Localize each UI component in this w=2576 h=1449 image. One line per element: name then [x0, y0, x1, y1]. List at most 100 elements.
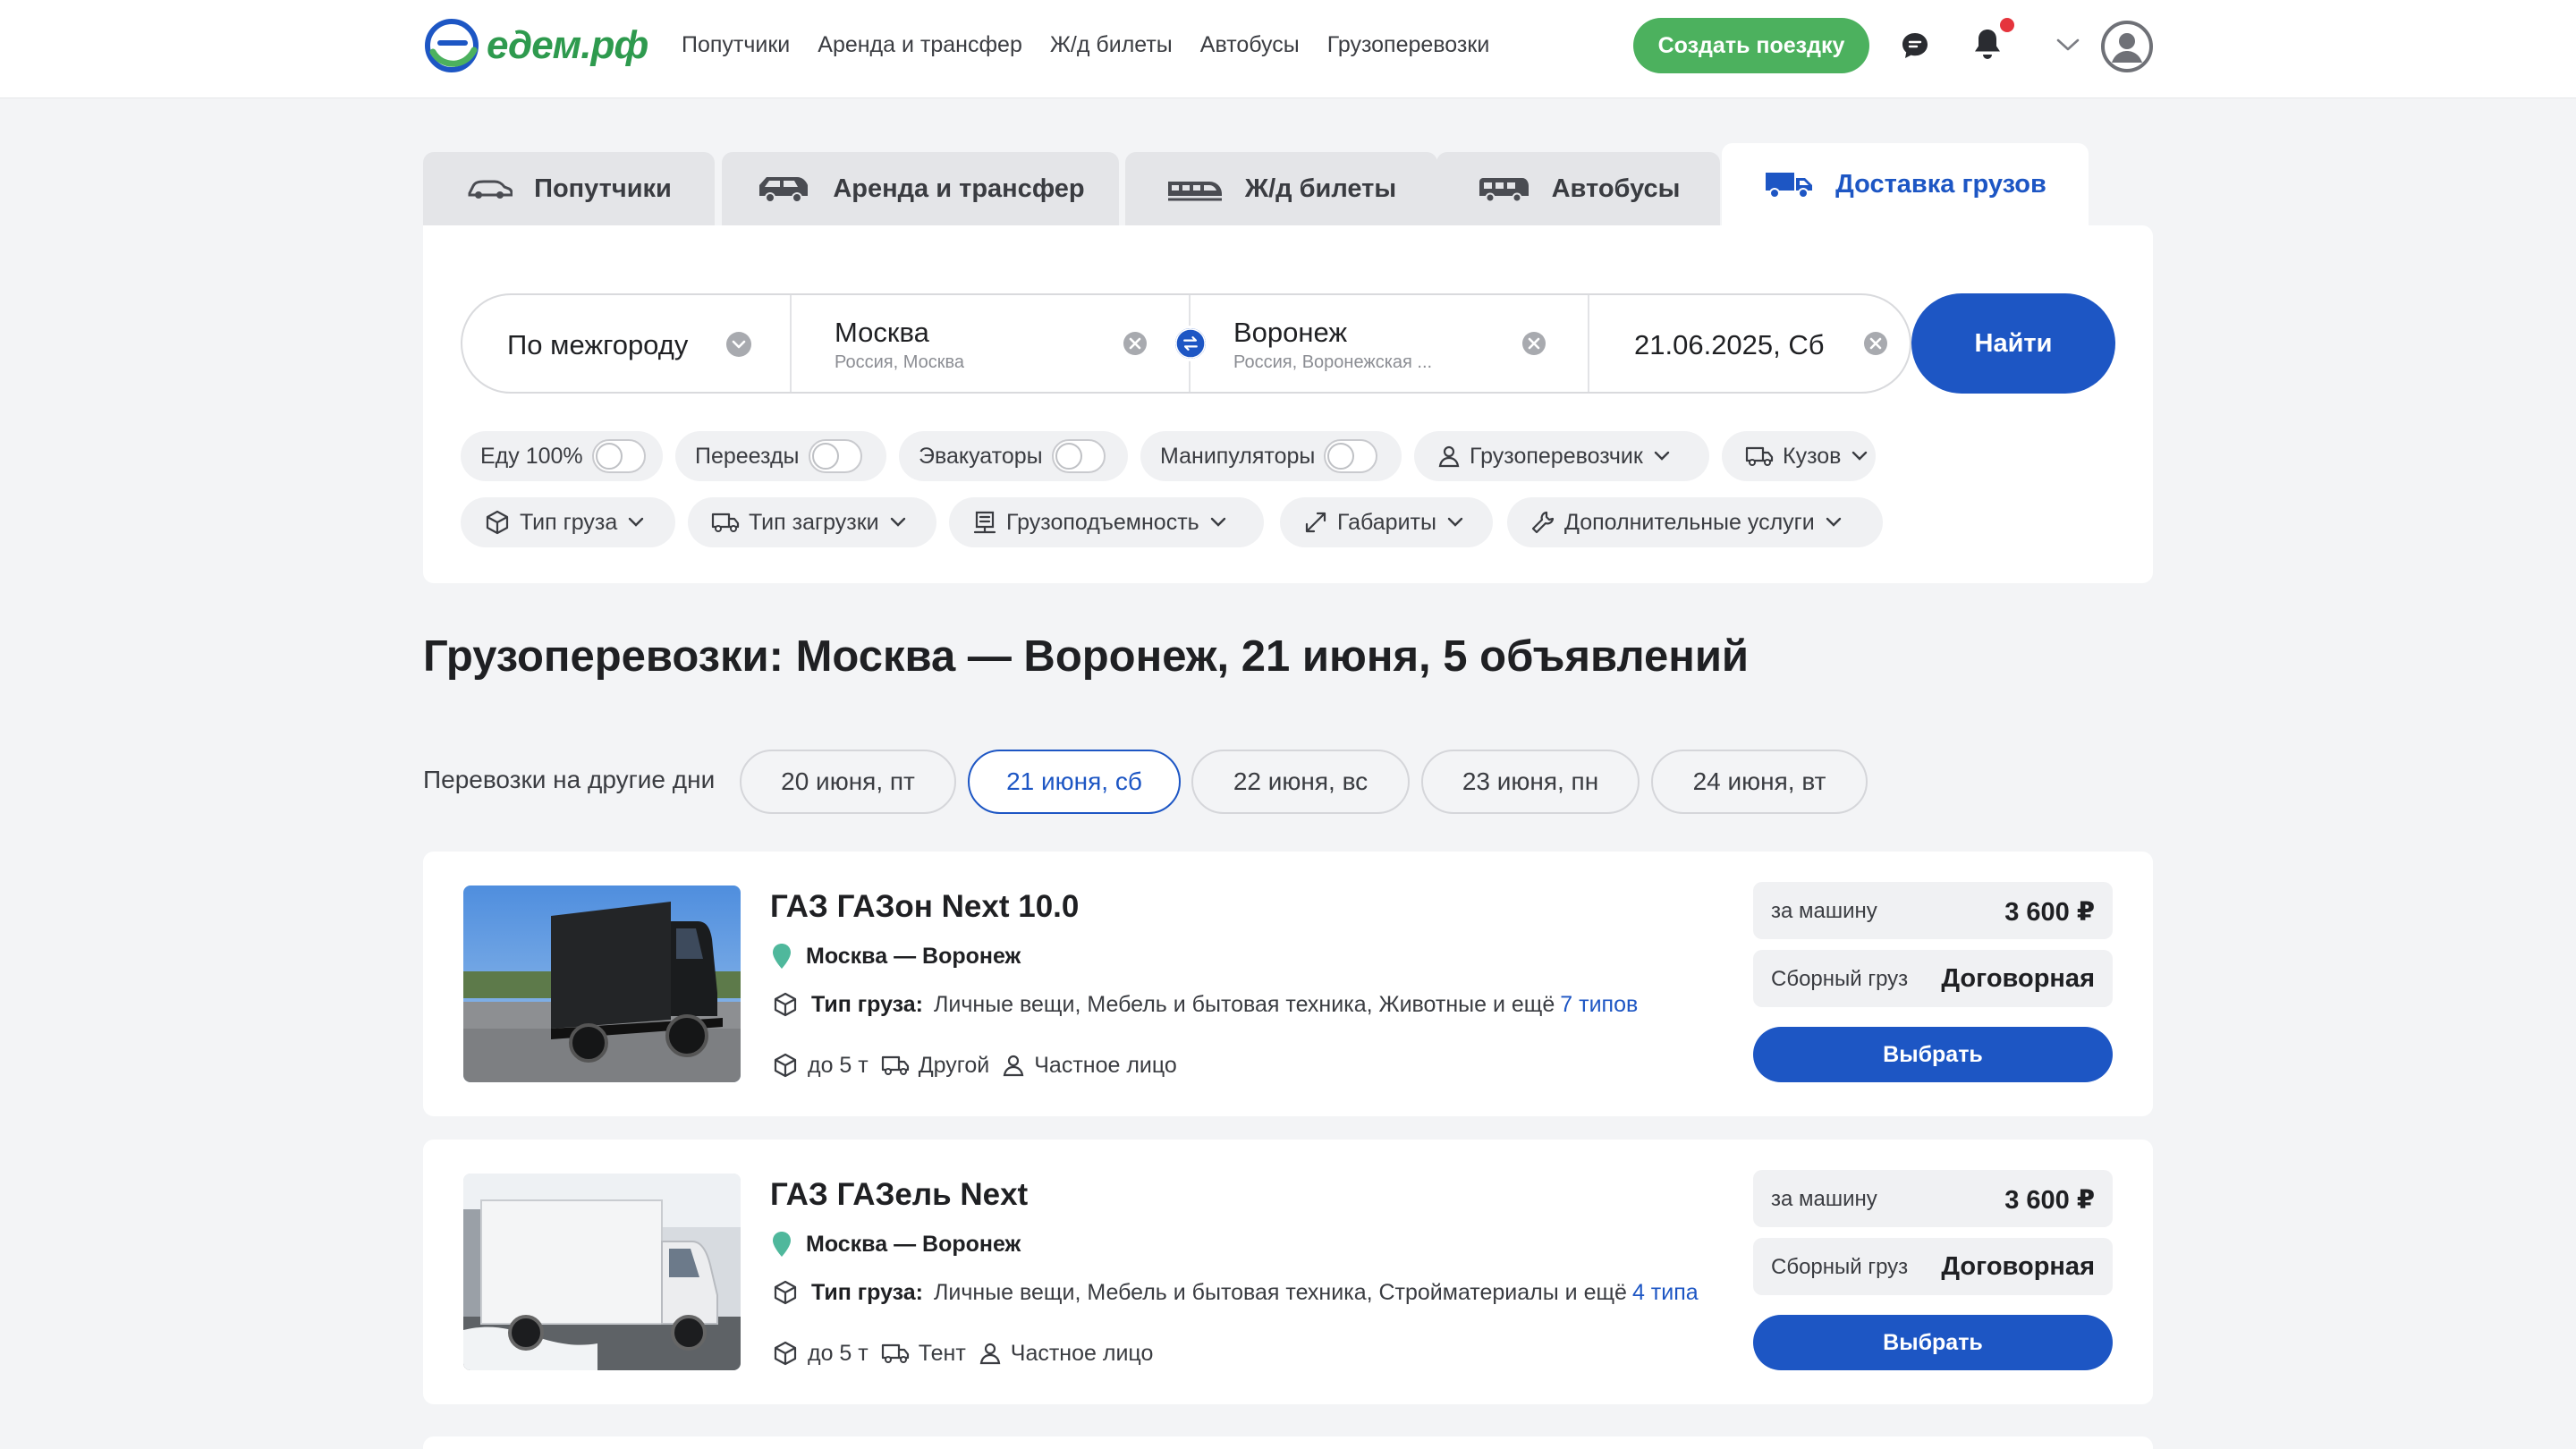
date-value: 21.06.2025, Сб — [1634, 329, 1825, 360]
to-region: Россия, Воронежская ... — [1233, 352, 1433, 372]
filter-extra-services-dropdown[interactable]: Дополнительные услуги — [1507, 497, 1883, 547]
clear-date-icon[interactable] — [1863, 331, 1888, 356]
site-logo[interactable]: едем.рф — [422, 16, 648, 75]
filter-cargo-type-dropdown[interactable]: Тип груза — [461, 497, 675, 547]
weight-icon — [774, 1341, 797, 1366]
date-field[interactable]: 21.06.2025, Сб — [1589, 295, 1911, 392]
page-title: Грузоперевозки: Москва — Воронеж, 21 июн… — [423, 632, 1750, 681]
to-field[interactable]: Воронеж Россия, Воронежская ... — [1191, 295, 1588, 392]
listing-title[interactable]: ГАЗ ГАЗон Next 10.0 — [770, 889, 1079, 925]
listing-card-next[interactable] — [423, 1436, 2153, 1449]
trip-type-select[interactable]: По межгороду — [462, 295, 790, 392]
route: Москва — Воронеж — [772, 943, 1021, 970]
price-value: 3 600 ₽ — [2004, 898, 2095, 927]
swap-icon[interactable] — [1173, 326, 1208, 361]
tab-buses[interactable]: Автобусы — [1436, 152, 1720, 225]
map-pin-icon — [773, 1232, 791, 1257]
price-label: Сборный груз — [1771, 1255, 1909, 1279]
tab-poputchiki[interactable]: Попутчики — [423, 152, 715, 225]
owner-type: Частное лицо — [1010, 1340, 1154, 1366]
cargo-key: Тип груза: — [811, 1279, 923, 1305]
bell-icon[interactable] — [1971, 27, 2004, 61]
chevron-down-circle-icon — [726, 332, 751, 357]
find-button[interactable]: Найти — [1911, 293, 2115, 394]
truck-photo-icon — [463, 886, 741, 1082]
toggle-switch[interactable] — [591, 439, 646, 473]
clear-to-icon[interactable] — [1521, 331, 1546, 356]
weight-icon — [774, 1053, 797, 1078]
bus-icon — [1479, 178, 1529, 203]
toggle-switch[interactable] — [1051, 439, 1106, 473]
nav-poputchiki[interactable]: Попутчики — [682, 29, 790, 61]
person-icon — [979, 1343, 1001, 1365]
box-icon — [774, 992, 797, 1017]
tab-label: Автобусы — [1551, 174, 1681, 203]
cargo-more-link[interactable]: 4 типа — [1632, 1280, 1699, 1306]
tab-train-tickets[interactable]: Ж/д билеты — [1125, 152, 1437, 225]
route: Москва — Воронеж — [772, 1231, 1021, 1258]
listing-card[interactable]: ГАЗ ГАЗель Next Москва — Воронеж Тип гру… — [423, 1140, 2153, 1404]
filter-label: Тип загрузки — [749, 509, 879, 535]
owner-type: Частное лицо — [1034, 1052, 1177, 1078]
price-label: за машину — [1771, 899, 1877, 923]
day-pill-21-active[interactable]: 21 июня, сб — [968, 750, 1181, 814]
notification-badge — [2000, 18, 2014, 32]
chevron-down-icon — [1210, 517, 1225, 527]
chevron-down-icon[interactable] — [2055, 36, 2080, 54]
filter-dimensions-dropdown[interactable]: Габариты — [1280, 497, 1493, 547]
chat-icon[interactable] — [1900, 30, 1930, 61]
person-icon — [1003, 1055, 1024, 1077]
filter-label: Тип груза — [520, 509, 618, 535]
listing-title[interactable]: ГАЗ ГАЗель Next — [770, 1177, 1028, 1213]
chevron-down-icon — [1447, 517, 1463, 527]
wrench-icon — [1531, 511, 1555, 534]
day-pill-24[interactable]: 24 июня, вт — [1651, 750, 1868, 814]
clear-from-icon[interactable] — [1123, 331, 1148, 356]
map-pin-icon — [773, 944, 791, 969]
toggle-switch[interactable] — [808, 439, 862, 473]
filter-toggle-moving[interactable]: Переезды — [675, 431, 886, 481]
to-city: Воронеж — [1233, 317, 1348, 348]
day-pill-23[interactable]: 23 июня, пн — [1421, 750, 1640, 814]
select-button[interactable]: Выбрать — [1753, 1027, 2113, 1082]
car-icon — [468, 180, 513, 199]
logo-icon — [425, 19, 479, 72]
filter-capacity-dropdown[interactable]: Грузоподъемность — [949, 497, 1264, 547]
from-region: Россия, Москва — [835, 352, 964, 372]
avatar[interactable] — [2100, 20, 2154, 73]
truck-small-icon — [881, 1343, 909, 1363]
day-pill-22[interactable]: 22 июня, вс — [1191, 750, 1410, 814]
day-pill-20[interactable]: 20 июня, пт — [740, 750, 956, 814]
cargo-key: Тип груза: — [811, 991, 923, 1017]
nav-rent-transfer[interactable]: Аренда и трансфер — [818, 29, 1022, 61]
tab-rent-transfer[interactable]: Аренда и трансфер — [722, 152, 1119, 225]
chevron-down-icon — [890, 517, 905, 527]
price-per-vehicle: за машину 3 600 ₽ — [1753, 1170, 2113, 1227]
truck-photo[interactable] — [463, 886, 741, 1082]
from-field[interactable]: Москва Россия, Москва — [792, 295, 1191, 392]
nav-train-tickets[interactable]: Ж/д билеты — [1050, 29, 1173, 61]
truck-small-icon — [711, 513, 740, 532]
minivan-icon — [759, 177, 809, 203]
create-trip-button[interactable]: Создать поездку — [1633, 18, 1869, 73]
select-button[interactable]: Выбрать — [1753, 1315, 2113, 1370]
cargo-types: Тип груза: Личные вещи, Мебель и бытовая… — [772, 991, 1638, 1018]
filter-loading-type-dropdown[interactable]: Тип загрузки — [688, 497, 936, 547]
tab-label: Доставка грузов — [1835, 169, 2046, 199]
chevron-down-icon — [1654, 451, 1669, 461]
tab-cargo-delivery[interactable]: Доставка грузов — [1722, 143, 2089, 225]
filter-body-dropdown[interactable]: Кузов — [1722, 431, 1876, 481]
listing-card[interactable]: ГАЗ ГАЗон Next 10.0 Москва — Воронеж Тип… — [423, 852, 2153, 1116]
filter-label: Габариты — [1337, 509, 1436, 535]
filter-carrier-dropdown[interactable]: Грузоперевозчик — [1414, 431, 1709, 481]
truck-photo[interactable] — [463, 1174, 741, 1370]
nav-cargo[interactable]: Грузоперевозки — [1327, 29, 1490, 61]
filter-toggle-manipulators[interactable]: Манипуляторы — [1140, 431, 1402, 481]
toggle-switch[interactable] — [1324, 439, 1378, 473]
chevron-down-icon — [629, 517, 644, 527]
cargo-more-link[interactable]: 7 типов — [1560, 992, 1638, 1018]
nav-buses[interactable]: Автобусы — [1200, 29, 1300, 61]
filter-toggle-tow-trucks[interactable]: Эвакуаторы — [899, 431, 1128, 481]
filter-label: Грузоперевозчик — [1470, 443, 1643, 469]
filter-toggle-confirmed[interactable]: Еду 100% — [461, 431, 663, 481]
